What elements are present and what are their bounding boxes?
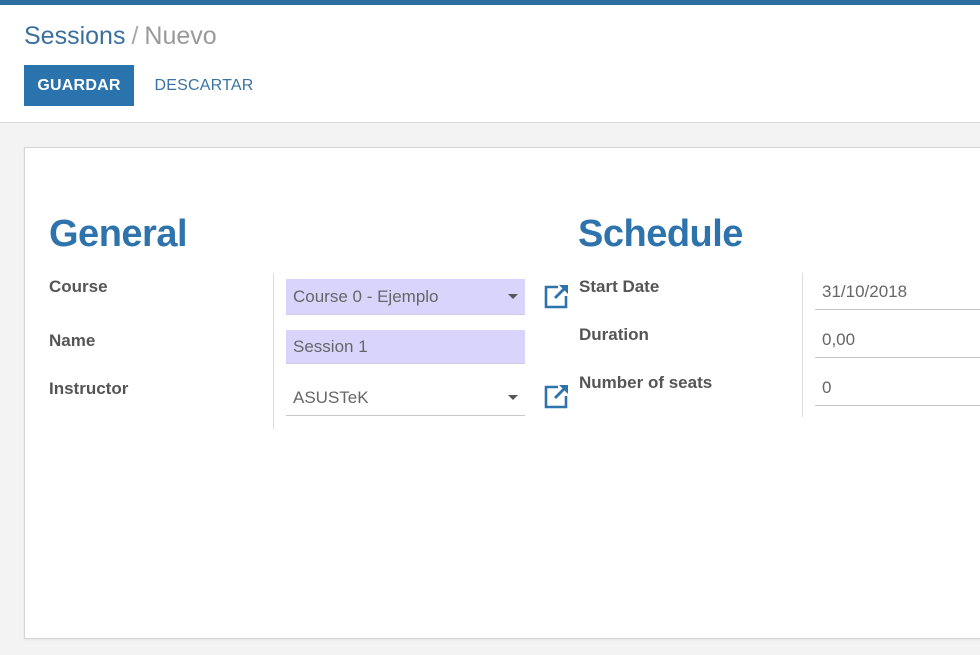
schedule-separator xyxy=(802,273,803,417)
instructor-external-link-icon[interactable] xyxy=(541,381,571,411)
save-button[interactable]: GUARDAR xyxy=(24,65,134,106)
course-external-link-icon[interactable] xyxy=(541,281,571,311)
breadcrumb-sessions-link[interactable]: Sessions xyxy=(24,22,125,50)
instructor-label: Instructor xyxy=(49,379,129,398)
breadcrumb-current: Nuevo xyxy=(144,22,217,50)
duration-value: 0,00 xyxy=(822,330,856,349)
breadcrumb: Sessions / Nuevo xyxy=(24,22,217,51)
name-input[interactable]: Session 1 xyxy=(286,330,525,364)
seats-label: Number of seats xyxy=(579,373,713,392)
general-separator xyxy=(273,273,274,429)
seats-input[interactable]: 0 xyxy=(815,370,980,406)
instructor-value: ASUSTeK xyxy=(293,388,369,407)
start-date-value: 31/10/2018 xyxy=(822,282,908,301)
name-value: Session 1 xyxy=(293,337,368,356)
breadcrumb-separator: / xyxy=(131,22,139,50)
course-dropdown-caret-icon[interactable] xyxy=(508,294,518,299)
start-date-label: Start Date xyxy=(579,277,660,296)
course-select[interactable]: Course 0 - Ejemplo xyxy=(286,279,525,315)
seats-value: 0 xyxy=(822,378,832,397)
general-group-title: General xyxy=(49,213,188,255)
course-value: Course 0 - Ejemplo xyxy=(293,287,439,306)
start-date-input[interactable]: 31/10/2018 xyxy=(815,274,980,310)
schedule-group-title: Schedule xyxy=(578,213,743,255)
discard-button[interactable]: DESCARTAR xyxy=(142,65,266,106)
duration-input[interactable]: 0,00 xyxy=(815,322,980,358)
instructor-dropdown-caret-icon[interactable] xyxy=(508,395,518,400)
name-label: Name xyxy=(49,331,96,350)
instructor-select[interactable]: ASUSTeK xyxy=(286,380,525,416)
course-label: Course xyxy=(49,277,108,296)
duration-label: Duration xyxy=(579,325,649,344)
control-panel: Sessions / Nuevo GUARDAR DESCARTAR xyxy=(0,5,980,123)
